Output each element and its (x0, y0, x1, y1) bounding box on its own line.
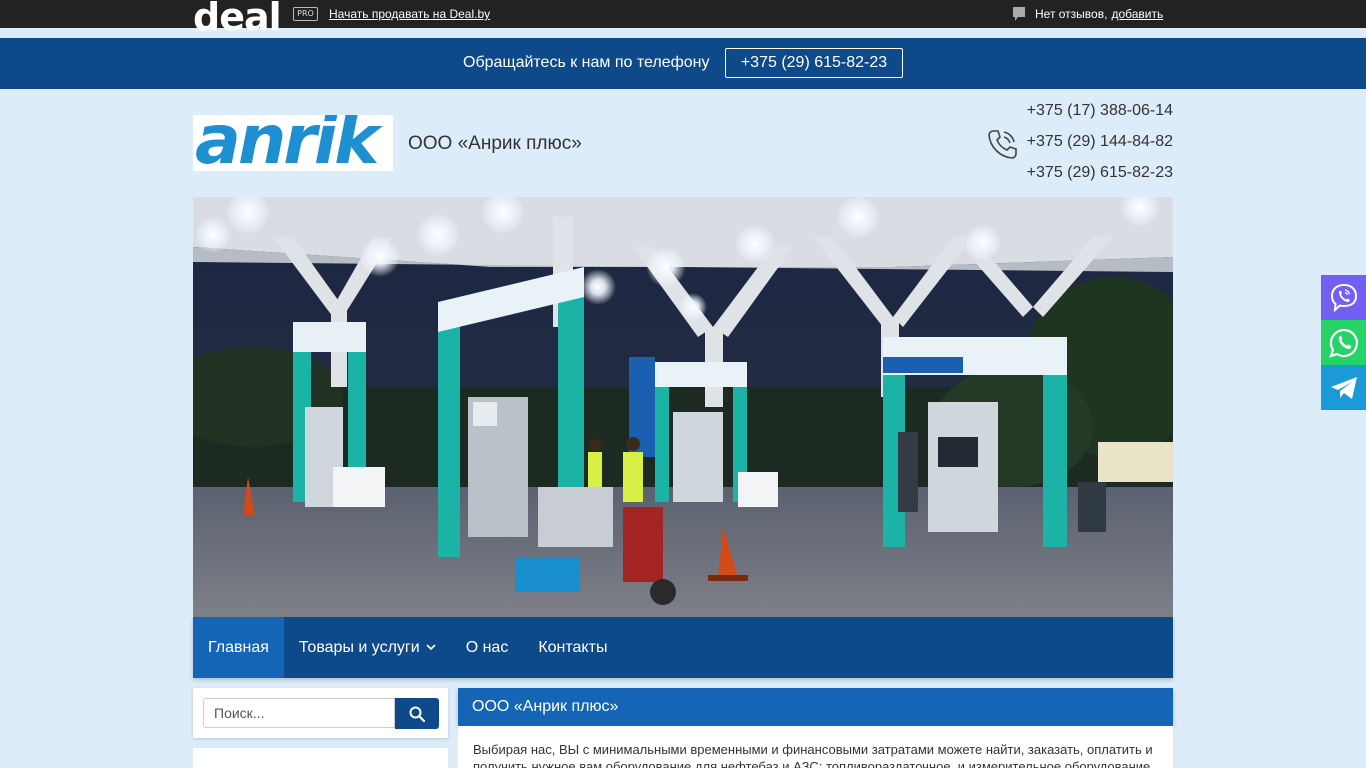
viber-button[interactable] (1321, 275, 1366, 320)
nav-item-home[interactable]: Главная (193, 617, 284, 678)
nav-item-about[interactable]: О нас (451, 617, 524, 678)
whatsapp-button[interactable] (1321, 320, 1366, 365)
contact-phone-button[interactable]: +375 (29) 615-82-23 (725, 48, 903, 78)
telegram-icon (1330, 376, 1357, 399)
nav-item-contacts-label: Контакты (538, 639, 608, 656)
whatsapp-icon (1328, 328, 1358, 358)
sidebar-card (193, 748, 448, 768)
main-intro-text: Выбирая нас, ВЫ с минимальными временным… (458, 726, 1173, 768)
search-button[interactable] (395, 698, 439, 729)
header-phone-2[interactable]: +375 (29) 144-84-82 (1000, 132, 1173, 163)
company-logo[interactable]: anrik (193, 115, 393, 171)
add-review-link[interactable]: добавить (1111, 7, 1163, 21)
main-nav: Главная Товары и услуги О нас Контакты (193, 617, 1173, 678)
header-phones: +375 (17) 388-06-14 +375 (29) 144-84-82 … (1000, 101, 1173, 194)
nav-item-products-label: Товары и услуги (298, 639, 420, 656)
search-card (193, 688, 448, 738)
nav-item-home-label: Главная (208, 639, 269, 656)
nav-item-products[interactable]: Товары и услуги (284, 617, 451, 678)
search-input[interactable] (203, 698, 395, 728)
chevron-down-icon (426, 644, 436, 651)
contact-phone-text: Обращайтесь к нам по телефону (463, 54, 710, 71)
reviews-text: Нет отзывов, (1035, 7, 1108, 21)
company-name: ООО «Анрик плюс» (408, 133, 582, 154)
comment-icon (1013, 7, 1025, 21)
search-icon (409, 706, 425, 722)
viber-icon (1330, 283, 1357, 312)
nav-item-contacts[interactable]: Контакты (523, 617, 622, 678)
start-selling-link[interactable]: Начать продавать на Deal.by (329, 7, 490, 21)
nav-item-about-label: О нас (465, 639, 509, 656)
pro-badge: PRO (293, 7, 318, 21)
deal-logo[interactable]: deal (193, 0, 282, 36)
reviews-block: Нет отзывов, добавить (1012, 6, 1163, 22)
telegram-button[interactable] (1321, 365, 1366, 410)
hero-image (193, 197, 1173, 617)
main-title: ООО «Анрик плюс» (458, 688, 1173, 726)
header-phone-1[interactable]: +375 (17) 388-06-14 (1000, 101, 1173, 132)
messenger-buttons (1321, 275, 1366, 410)
company-logo-text: anrik (195, 115, 379, 171)
header-phone-3[interactable]: +375 (29) 615-82-23 (1000, 163, 1173, 194)
